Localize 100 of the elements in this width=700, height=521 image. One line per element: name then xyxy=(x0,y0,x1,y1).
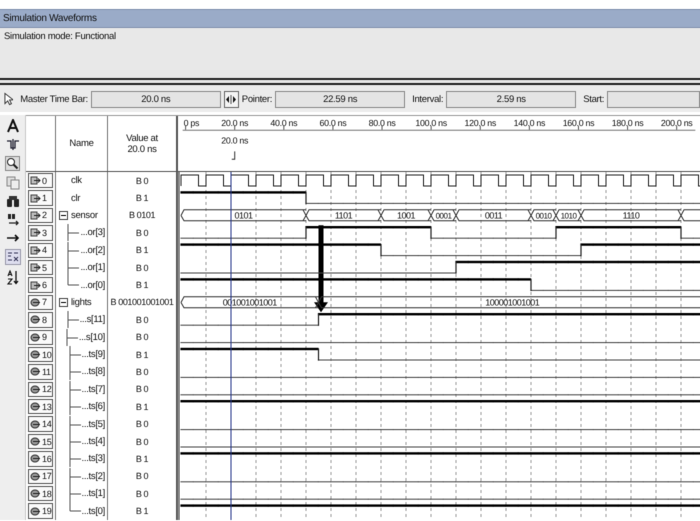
signal-index[interactable]: 2 xyxy=(28,208,53,224)
output-pin-icon xyxy=(30,420,41,429)
signal-index[interactable]: 9 xyxy=(28,330,53,345)
signal-value: B 0 xyxy=(136,384,148,394)
signal-value: B 1 xyxy=(136,245,148,256)
signal-name: ...ts[1] xyxy=(82,488,105,500)
pointer-label: Pointer: xyxy=(242,94,272,104)
input-pin-icon xyxy=(30,210,41,220)
signal-index[interactable]: 6 xyxy=(28,277,53,293)
signal-name: ...ts[5] xyxy=(82,418,105,430)
signal-name: ...or[1] xyxy=(80,262,105,274)
signal-name: ...ts[7] xyxy=(82,384,105,395)
output-pin-icon xyxy=(30,298,41,307)
copy-icon[interactable] xyxy=(6,176,20,190)
signal-value: B 001001001001 xyxy=(110,297,174,308)
signal-name: ...ts[4] xyxy=(82,436,105,448)
signal-value: B 0 xyxy=(136,176,148,186)
signal-index[interactable]: 19 xyxy=(28,503,53,519)
time-tick-label: 180.0 ns xyxy=(612,118,644,128)
signal-value: B 0 xyxy=(136,471,148,482)
signal-index[interactable]: 3 xyxy=(28,225,53,241)
output-pin-icon xyxy=(30,315,41,324)
signal-value: B 1 xyxy=(136,193,148,204)
signal-value: B 0 xyxy=(136,419,148,430)
tree-line xyxy=(68,363,82,380)
signal-name: ...ts[9] xyxy=(82,349,105,360)
pointer-field[interactable]: 22.59 ns xyxy=(275,90,406,108)
time-tick-label: 160.0 ns xyxy=(562,118,594,128)
find-replace-icon[interactable] xyxy=(6,213,20,227)
signal-name: lights xyxy=(71,296,92,308)
panel-title: Simulation Waveforms xyxy=(3,13,97,24)
start-label: Start: xyxy=(583,94,604,104)
tree-line xyxy=(66,224,80,242)
master-time-field[interactable]: 20.0 ns xyxy=(90,90,221,108)
signal-index[interactable]: 11 xyxy=(28,364,53,380)
grid-icon[interactable] xyxy=(4,249,20,265)
zoom-icon[interactable] xyxy=(5,156,20,171)
signal-index[interactable]: 1 xyxy=(28,190,53,206)
binoculars-icon[interactable] xyxy=(6,195,20,208)
signal-index[interactable]: 8 xyxy=(28,312,53,328)
tree-line xyxy=(68,468,82,485)
time-tick-label: 40.0 ns xyxy=(270,118,298,128)
output-pin-icon xyxy=(30,506,41,516)
time-tick-label: 60.0 ns xyxy=(319,118,346,128)
signal-index[interactable]: 14 xyxy=(28,416,53,432)
signal-name: ...s[10] xyxy=(78,332,105,343)
signal-index[interactable]: 5 xyxy=(28,260,53,276)
signal-value: B 1 xyxy=(136,402,148,412)
output-pin-icon xyxy=(30,350,41,360)
signal-index[interactable]: 15 xyxy=(28,434,53,450)
signal-index[interactable]: 0 xyxy=(28,173,53,188)
bus-value: 0011 xyxy=(484,210,502,220)
signal-index[interactable]: 12 xyxy=(28,382,53,398)
bus-value: 100001001001 xyxy=(485,298,540,308)
sort-icon[interactable] xyxy=(6,270,20,285)
signal-value: B 1 xyxy=(136,350,148,360)
signal-value: B 0 xyxy=(136,262,148,273)
signal-index[interactable]: 7 xyxy=(28,294,53,310)
signal-index[interactable]: 4 xyxy=(28,242,53,258)
signal-name: ...ts[3] xyxy=(82,453,105,464)
time-tick-label: 100.0 ns xyxy=(415,118,447,128)
pointer-tool-icon[interactable] xyxy=(4,92,14,106)
start-field[interactable] xyxy=(607,90,700,108)
tree-line xyxy=(68,346,82,364)
simulation-mode: Simulation mode: Functional xyxy=(4,31,116,42)
signal-name: clk xyxy=(71,175,82,186)
step-arrows-icon xyxy=(225,94,238,104)
tree-line xyxy=(64,328,79,346)
signal-name: clr xyxy=(71,192,80,204)
time-tick-label: 200.0 ns xyxy=(660,118,692,128)
text-tool-icon[interactable] xyxy=(6,119,20,133)
bus-value: 1101 xyxy=(334,210,352,220)
arrow-right-icon[interactable] xyxy=(6,232,20,244)
output-pin-icon xyxy=(30,472,41,481)
time-tick-label: 20.0 ns xyxy=(221,118,248,128)
step-arrows-button[interactable] xyxy=(224,90,239,108)
bus-value: 1010 xyxy=(560,212,576,220)
signal-name: ...or[2] xyxy=(80,244,105,256)
output-pin-icon xyxy=(30,402,41,412)
signal-value: B 1 xyxy=(136,454,148,464)
tree-line xyxy=(68,380,82,398)
time-tick-label: 140.0 ns xyxy=(514,118,546,128)
signal-value: B 0 xyxy=(136,488,148,499)
collapse-toggle[interactable] xyxy=(59,210,68,220)
signal-index[interactable]: 17 xyxy=(28,468,53,484)
time-tick-label: 80.0 ns xyxy=(368,118,396,128)
signal-index[interactable]: 10 xyxy=(28,346,53,362)
collapse-toggle[interactable] xyxy=(59,298,68,307)
interval-field[interactable]: 2.59 ns xyxy=(446,90,576,108)
bus-value: 1001 xyxy=(396,210,416,220)
tree-line xyxy=(66,311,80,328)
signal-value: B 0101 xyxy=(128,210,156,220)
signal-index[interactable]: 18 xyxy=(28,486,53,502)
signal-index[interactable]: 13 xyxy=(28,399,53,414)
output-pin-icon xyxy=(30,489,41,498)
waveform-tool-icon[interactable] xyxy=(6,138,20,151)
signal-value: B 1 xyxy=(136,506,148,516)
bus-value: 0010 xyxy=(536,212,552,220)
signal-index[interactable]: 16 xyxy=(28,451,53,467)
input-pin-icon xyxy=(30,176,41,186)
